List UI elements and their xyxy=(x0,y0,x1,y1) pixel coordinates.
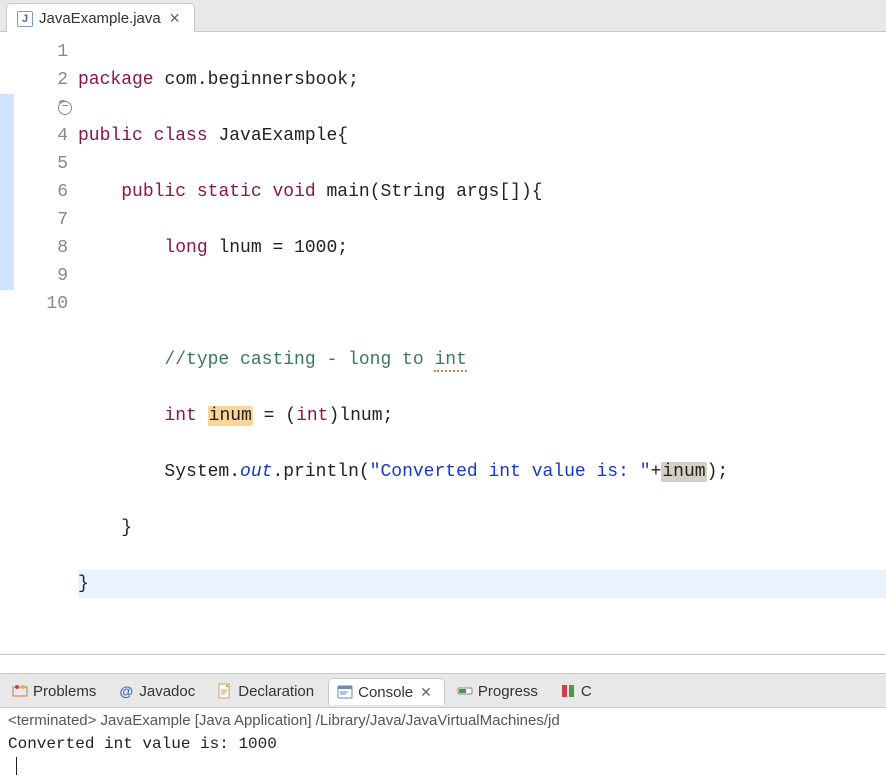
line-number: 6 xyxy=(14,178,68,206)
line-number: 5 xyxy=(14,150,68,178)
line-number-gutter: 1 2 3− 4 5 6 7 8 9 10 xyxy=(14,38,78,654)
tab-problems[interactable]: Problems xyxy=(4,678,106,704)
code-line: //type casting - long to int xyxy=(78,346,886,374)
line-number: 1 xyxy=(14,38,68,66)
close-icon[interactable]: ✕ xyxy=(167,10,183,27)
tab-label: Progress xyxy=(478,683,538,700)
text-cursor xyxy=(16,757,17,775)
javadoc-icon: @ xyxy=(118,683,134,699)
code-line: package com.beginnersbook; xyxy=(78,66,886,94)
tab-javadoc[interactable]: @ Javadoc xyxy=(110,678,205,704)
close-icon[interactable]: ✕ xyxy=(418,684,434,701)
line-number: 7 xyxy=(14,206,68,234)
console-output-line: Converted int value is: 1000 xyxy=(8,735,277,753)
editor-tab-bar: J JavaExample.java ✕ xyxy=(0,0,886,32)
editor-tab-javaexample[interactable]: J JavaExample.java ✕ xyxy=(6,3,195,32)
console-icon xyxy=(337,684,353,700)
line-number: 4 xyxy=(14,122,68,150)
tab-console[interactable]: Console ✕ xyxy=(328,678,445,705)
coverage-icon xyxy=(560,683,576,699)
fold-collapse-icon[interactable]: − xyxy=(58,101,72,115)
progress-icon xyxy=(457,683,473,699)
tab-label: Problems xyxy=(33,683,96,700)
code-line: } xyxy=(78,514,886,542)
bottom-panel: Problems @ Javadoc Declaration Console ✕… xyxy=(0,673,886,775)
code-line: public static void main(String args[]){ xyxy=(78,178,886,206)
code-editor[interactable]: 1 2 3− 4 5 6 7 8 9 10 package com.beginn… xyxy=(0,32,886,654)
code-line: System.out.println("Converted int value … xyxy=(78,458,886,486)
problems-icon xyxy=(12,683,28,699)
bottom-tab-bar: Problems @ Javadoc Declaration Console ✕… xyxy=(0,674,886,708)
tab-label: Console xyxy=(358,684,413,701)
tab-label: C xyxy=(581,683,592,700)
line-number: 2 xyxy=(14,66,68,94)
console-output[interactable]: Converted int value is: 1000 xyxy=(0,731,886,753)
tab-progress[interactable]: Progress xyxy=(449,678,548,704)
declaration-icon xyxy=(217,683,233,699)
editor-panel: J JavaExample.java ✕ 1 2 3− 4 5 6 7 8 xyxy=(0,0,886,655)
line-number: 8 xyxy=(14,234,68,262)
code-line: long lnum = 1000; xyxy=(78,234,886,262)
code-line: } xyxy=(78,570,886,598)
console-process-header: <terminated> JavaExample [Java Applicati… xyxy=(0,708,886,731)
tab-label: Declaration xyxy=(238,683,314,700)
tab-label: Javadoc xyxy=(139,683,195,700)
console-cursor-line[interactable] xyxy=(0,753,886,775)
line-number: 10 xyxy=(14,290,68,318)
code-line: public class JavaExample{ xyxy=(78,122,886,150)
tab-overflow[interactable]: C xyxy=(552,678,602,704)
code-line xyxy=(78,290,886,318)
code-line: int inum = (int)lnum; xyxy=(78,402,886,430)
line-number: 3− xyxy=(14,94,68,122)
line-number: 9 xyxy=(14,262,68,290)
tab-declaration[interactable]: Declaration xyxy=(209,678,324,704)
code-content[interactable]: package com.beginnersbook; public class … xyxy=(78,38,886,654)
java-file-icon: J xyxy=(17,11,33,27)
editor-tab-label: JavaExample.java xyxy=(39,10,161,27)
marker-strip xyxy=(0,38,14,654)
